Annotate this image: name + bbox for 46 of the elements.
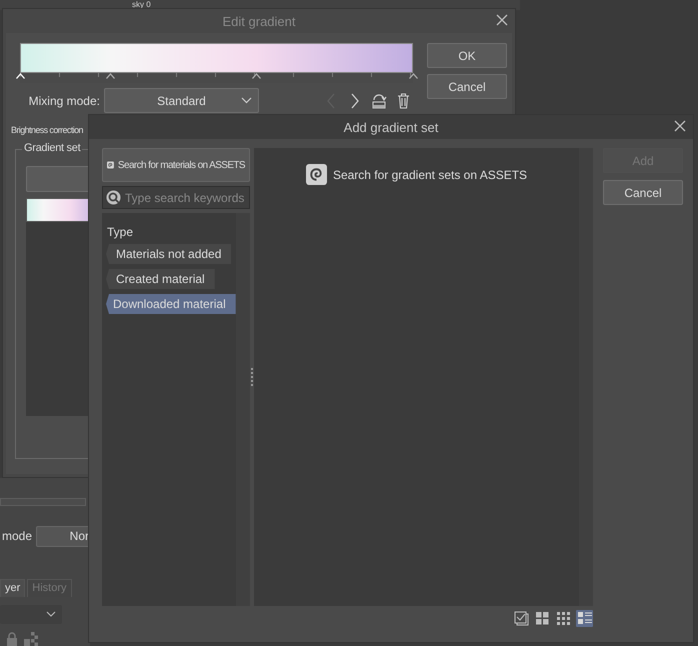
caret-icon [241, 97, 252, 104]
ok-button[interactable]: OK [427, 43, 507, 68]
blend-mode-select[interactable]: Nor [36, 526, 90, 547]
large-grid-icon [536, 612, 549, 625]
mixing-mode-label: Mixing mode: [28, 94, 101, 108]
stop-marker[interactable] [106, 73, 116, 79]
type-filter[interactable]: Created material [106, 269, 215, 289]
checker-lock-icon[interactable] [24, 632, 38, 646]
stop-marker[interactable] [252, 73, 261, 79]
small-grid-icon [557, 612, 570, 625]
swirl-icon [306, 164, 327, 185]
list-view-icon [578, 612, 592, 625]
assets-search-button[interactable]: Search for materials on ASSETS [102, 148, 250, 182]
close-icon [496, 14, 508, 26]
checkbox-stack-icon [514, 611, 529, 626]
trash-icon[interactable] [395, 92, 411, 110]
splitter-handle[interactable] [251, 368, 253, 386]
close-icon [674, 120, 686, 132]
view-mode-button[interactable] [576, 610, 593, 627]
type-heading: Type [107, 225, 134, 239]
view-mode-button[interactable] [534, 610, 551, 627]
group-label: Gradient set [22, 142, 82, 154]
dialog-title: Add gradient set [344, 120, 438, 134]
mixing-mode-select[interactable]: Standard [104, 88, 259, 113]
caret-icon [46, 611, 56, 618]
search-field[interactable]: Type search keywords [102, 186, 250, 209]
close-button[interactable] [673, 120, 687, 134]
stop-marker[interactable] [409, 73, 418, 79]
blend-mode-label: mode [2, 529, 32, 544]
assets-link[interactable]: Search for gradient sets on ASSETS [332, 164, 528, 186]
layer-name: sky 0 [132, 0, 151, 9]
slider-track[interactable] [0, 498, 86, 506]
view-mode-button[interactable] [555, 610, 572, 627]
type-filter[interactable]: Downloaded material [106, 294, 236, 314]
panel-tab[interactable]: yer [0, 578, 26, 597]
cancel-button[interactable]: Cancel [427, 74, 507, 99]
lock-icon[interactable] [6, 632, 18, 646]
brightness-correction-label: Brightness correction [11, 125, 83, 135]
close-button[interactable] [495, 14, 509, 28]
view-mode-button[interactable] [513, 610, 530, 627]
scrollbar[interactable] [236, 213, 250, 606]
reverse-button[interactable] [371, 92, 387, 110]
dialog-title: Edit gradient [222, 14, 296, 28]
search-icon [106, 190, 121, 205]
type-filter[interactable]: Materials not added [106, 244, 232, 264]
cancel-button[interactable]: Cancel [603, 180, 683, 205]
